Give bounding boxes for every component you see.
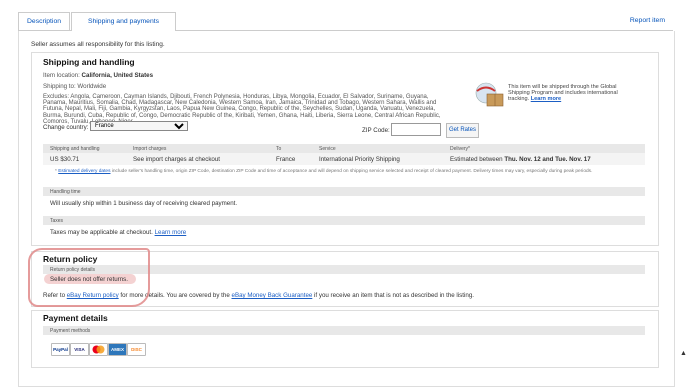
item-location-label: Item location: — [43, 72, 80, 79]
ebay-return-policy-link[interactable]: eBay Return policy — [67, 292, 119, 299]
return-policy-details-title: Return policy details — [50, 267, 96, 273]
discover-icon: DISC — [127, 343, 146, 356]
visa-icon: VISA — [70, 343, 89, 356]
handling-time-header: Handling time — [43, 187, 645, 196]
taxes-header: Taxes — [43, 216, 645, 225]
get-rates-button[interactable]: Get Rates — [446, 123, 479, 138]
taxes-text: Taxes may be applicable at checkout. Lea… — [50, 229, 186, 236]
column-header: Delivery* — [450, 146, 471, 152]
shipping-service: International Priority Shipping — [319, 156, 400, 163]
column-header: Import charges — [133, 146, 167, 152]
payment-section — [31, 310, 659, 368]
global-shipping-learn-more-link[interactable]: Learn more — [531, 96, 561, 102]
column-header: Service — [319, 146, 336, 152]
mastercard-icon — [89, 343, 108, 356]
global-shipping-text: This item will be shipped through the Gl… — [508, 84, 618, 102]
delivery-dates: Thu. Nov. 12 and Tue. Nov. 17 — [504, 156, 591, 163]
refer-mid: for more details. You are covered by the — [118, 292, 232, 299]
refer-prefix: Refer to — [43, 292, 67, 299]
handling-time-text: Will usually ship within 1 business day … — [50, 200, 238, 207]
report-item-link[interactable]: Report item — [630, 17, 665, 24]
money-back-guarantee-link[interactable]: eBay Money Back Guarantee — [232, 292, 313, 299]
estimated-delivery-dates-link[interactable]: Estimated delivery dates — [58, 169, 110, 174]
payment-methods-title: Payment methods — [50, 328, 91, 334]
country-select[interactable]: France — [90, 121, 188, 131]
ship-to-country: France — [276, 156, 296, 163]
return-policy-refer: Refer to eBay Return policy for more det… — [43, 292, 474, 299]
global-shipping-info: This item will be shipped through the Gl… — [508, 84, 628, 102]
scroll-to-top-icon[interactable]: ▲ — [680, 350, 687, 357]
handling-time-title: Handling time — [50, 189, 81, 195]
seller-responsibility-note: Seller assumes all responsibility for th… — [31, 41, 165, 48]
payment-heading: Payment details — [43, 313, 108, 323]
refer-suffix: if you receive an item that is not as de… — [312, 292, 474, 299]
mastercard-circles-icon — [92, 345, 105, 354]
global-shipping-globe-icon — [475, 82, 504, 107]
return-policy-text: Seller does not offer returns. — [50, 276, 128, 283]
zip-code-input[interactable] — [391, 123, 441, 136]
tab-description[interactable]: Description — [18, 12, 70, 30]
taxes-text-body: Taxes may be applicable at checkout. — [50, 229, 153, 236]
shipping-cost: US $30.71 — [50, 156, 80, 163]
tab-bar: Description Shipping and payments — [18, 12, 673, 31]
taxes-title: Taxes — [50, 218, 64, 224]
column-header: To — [276, 146, 282, 152]
import-charges: See import charges at checkout — [133, 156, 221, 163]
shipping-heading: Shipping and handling — [43, 57, 135, 67]
delivery-note-text: include seller's handling time, origin Z… — [110, 169, 593, 174]
zip-code-label: ZIP Code: — [362, 127, 390, 134]
tab-shipping-and-payments[interactable]: Shipping and payments — [71, 12, 176, 31]
return-policy-heading: Return policy — [43, 254, 98, 264]
paypal-icon: PayPal — [51, 343, 70, 356]
shipping-table-header: Shipping and handling Import charges To … — [43, 144, 645, 153]
column-header: Shipping and handling — [50, 146, 100, 152]
change-country-label: Change country: — [43, 124, 89, 131]
item-location-value: California, United States — [81, 72, 154, 79]
delivery-note: * Estimated delivery dates include selle… — [55, 169, 592, 174]
taxes-learn-more-link[interactable]: Learn more — [155, 229, 187, 236]
delivery-note-star: * — [55, 169, 57, 174]
ships-to: Shipping to: Worldwide — [43, 83, 107, 90]
payment-methods-header: Payment methods — [43, 326, 645, 335]
table-row: US $30.71 See import charges at checkout… — [43, 153, 645, 165]
delivery-estimate: Estimated between Thu. Nov. 12 and Tue. … — [450, 156, 591, 163]
delivery-prefix: Estimated between — [450, 156, 505, 163]
return-policy-details-header: Return policy details — [43, 265, 645, 274]
amex-icon: AMEX — [108, 343, 127, 356]
item-location: Item location: California, United States — [43, 72, 153, 79]
